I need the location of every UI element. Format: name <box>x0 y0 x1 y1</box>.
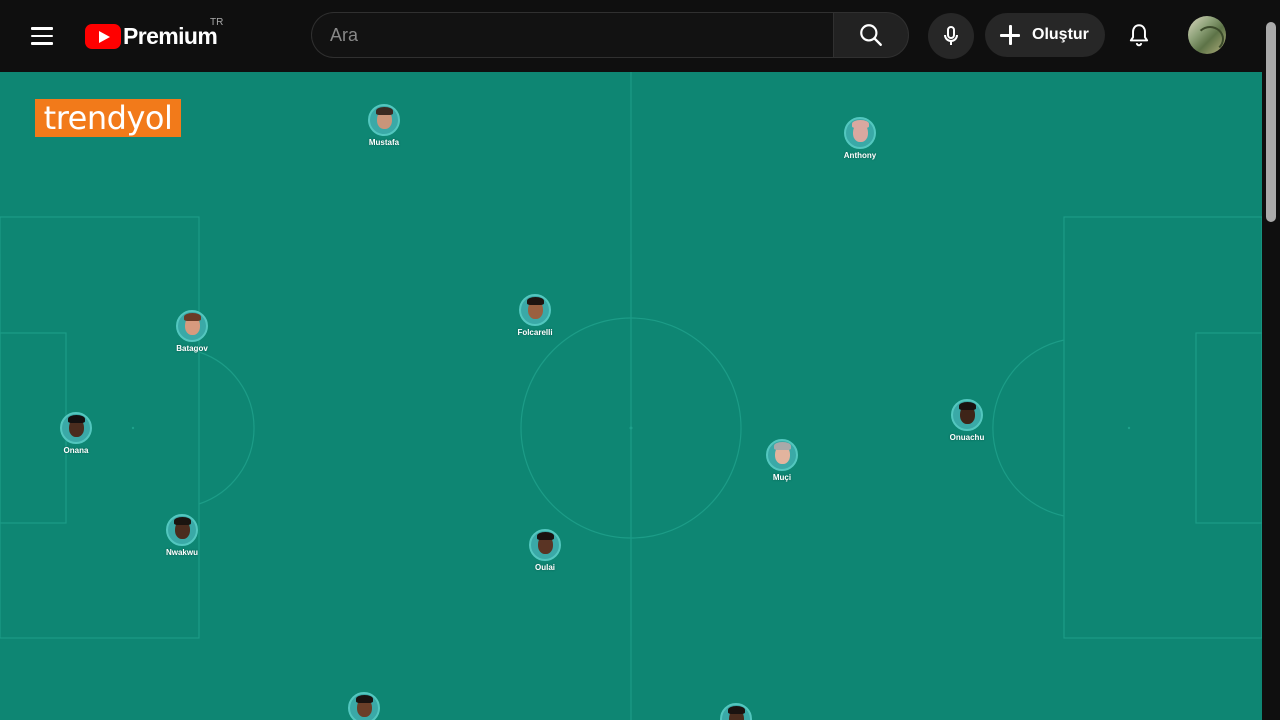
player-marker: Anthony <box>825 117 895 160</box>
player-marker: Nwakwu <box>147 514 217 557</box>
scrollbar-thumb[interactable] <box>1266 22 1276 222</box>
player-marker: Oulai <box>510 529 580 572</box>
player-avatar <box>766 439 798 471</box>
voice-search-button[interactable] <box>928 13 974 59</box>
player-marker: Batagov <box>157 310 227 353</box>
page-scrollbar[interactable] <box>1262 0 1280 720</box>
region-code: TR <box>210 17 224 28</box>
search-button[interactable] <box>833 12 909 58</box>
player-marker: Onana <box>41 412 111 455</box>
player-name: Folcarelli <box>517 328 553 337</box>
player-avatar <box>176 310 208 342</box>
trendyol-logo: trendyol <box>35 99 181 137</box>
player-avatar <box>529 529 561 561</box>
youtube-play-icon <box>85 23 121 49</box>
player-avatar <box>368 104 400 136</box>
player-marker <box>329 692 399 720</box>
player-marker: Mustafa <box>349 104 419 147</box>
player-name: Onuachu <box>949 433 985 442</box>
plus-icon <box>998 23 1022 47</box>
search-icon <box>860 24 882 46</box>
microphone-icon <box>944 26 958 45</box>
player-marker: Folcarelli <box>500 294 570 337</box>
player-avatar <box>951 399 983 431</box>
player-avatar <box>348 692 380 720</box>
search-input[interactable] <box>312 13 833 57</box>
search-box <box>311 12 833 58</box>
top-bar: Premium TR Oluştur <box>0 0 1280 72</box>
player-name: Mustafa <box>368 138 400 147</box>
player-marker: Onuachu <box>932 399 1002 442</box>
player-avatar <box>720 703 752 720</box>
player-marker: Muçi <box>747 439 817 482</box>
bell-icon <box>1129 24 1149 47</box>
create-button[interactable]: Oluştur <box>985 13 1105 57</box>
hamburger-menu-icon[interactable] <box>22 16 62 56</box>
pitch-lines <box>0 72 1262 720</box>
video-player[interactable]: trendyol Mustafa Anthony Batagov Folcare… <box>0 72 1262 720</box>
player-avatar <box>60 412 92 444</box>
player-avatar <box>519 294 551 326</box>
player-name: Batagov <box>176 344 208 353</box>
create-button-label: Oluştur <box>1032 26 1089 43</box>
player-name: Oulai <box>534 563 555 572</box>
player-avatar <box>166 514 198 546</box>
youtube-premium-logo[interactable]: Premium <box>85 22 218 50</box>
player-avatar <box>844 117 876 149</box>
logo-text: Premium <box>123 22 218 49</box>
player-name: Nwakwu <box>165 548 198 557</box>
player-name: Muçi <box>772 473 792 482</box>
account-avatar[interactable] <box>1188 16 1226 54</box>
player-marker <box>701 703 771 720</box>
notifications-button[interactable] <box>1118 14 1160 56</box>
player-name: Anthony <box>843 151 877 160</box>
player-name: Onana <box>63 446 89 455</box>
